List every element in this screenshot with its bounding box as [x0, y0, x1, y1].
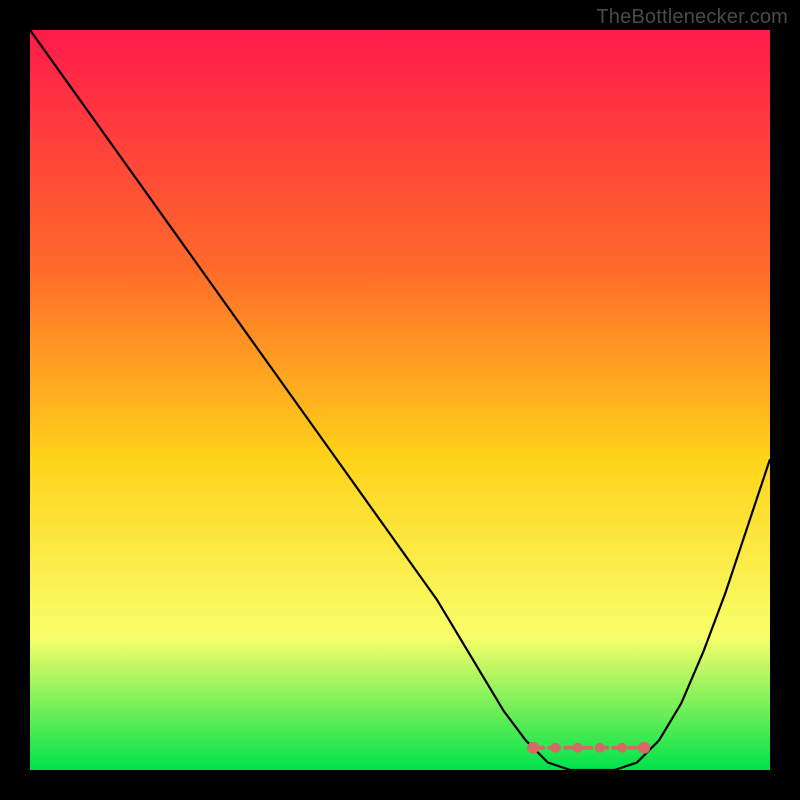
- plot-area: [30, 30, 770, 770]
- optimal-marker: [573, 743, 583, 753]
- optimal-marker: [595, 743, 605, 753]
- optimal-marker: [527, 742, 539, 754]
- optimal-marker: [638, 742, 650, 754]
- gradient-background: [30, 30, 770, 770]
- watermark-text: TheBottlenecker.com: [596, 6, 788, 29]
- optimal-marker: [550, 743, 560, 753]
- optimal-marker: [617, 743, 627, 753]
- chart-svg: [30, 30, 770, 770]
- chart-frame: TheBottlenecker.com: [0, 0, 800, 800]
